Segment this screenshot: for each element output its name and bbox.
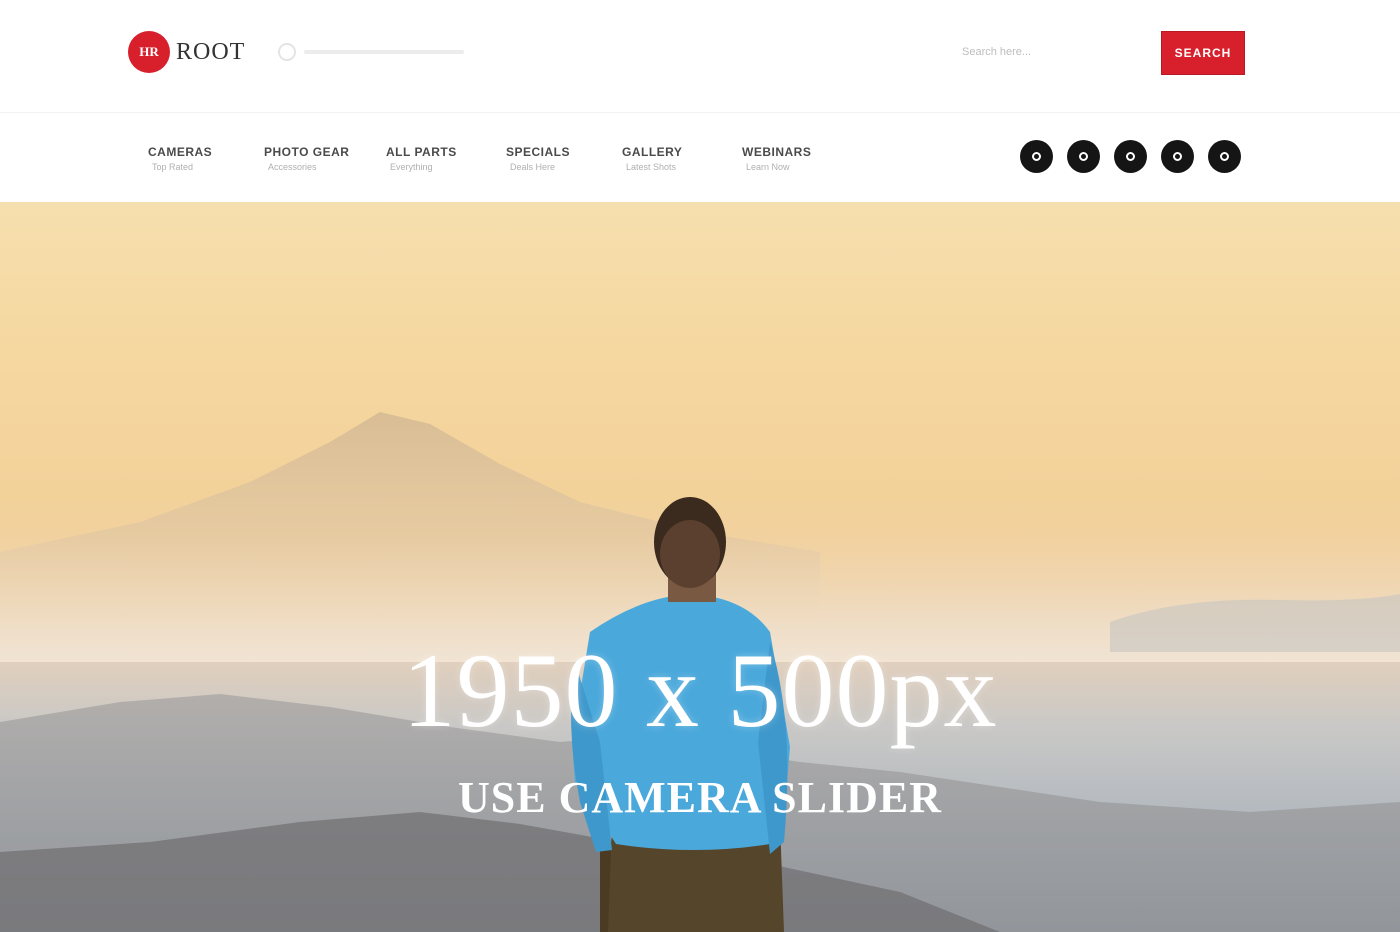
hero-subtitle: USE CAMERA SLIDER xyxy=(458,773,942,822)
top-header: HR ROOT SEARCH xyxy=(0,0,1400,112)
logo-mark-icon: HR xyxy=(128,31,170,73)
nav-item-subtitle: Learn Now xyxy=(746,162,790,172)
tagline-icon xyxy=(278,43,296,61)
nav-item-gallery[interactable]: GALLERY Latest Shots xyxy=(622,145,722,172)
tagline-text xyxy=(304,50,464,54)
nav-item-title: ALL PARTS xyxy=(386,145,457,159)
instagram-glyph xyxy=(1126,152,1135,161)
search-button[interactable]: SEARCH xyxy=(1161,31,1245,75)
facebook-icon[interactable] xyxy=(1020,140,1053,173)
header-tagline xyxy=(278,40,464,64)
nav-item-title: PHOTO GEAR xyxy=(264,145,350,159)
search-input[interactable] xyxy=(960,36,1144,68)
nav-item-subtitle: Deals Here xyxy=(510,162,556,172)
instagram-icon[interactable] xyxy=(1114,140,1147,173)
hero-slider: 1950 x 500px USE CAMERA SLIDER xyxy=(0,202,1400,932)
logo-wordmark: ROOT xyxy=(176,38,246,65)
hero-title: 1950 x 500px xyxy=(402,632,998,749)
nav-item-subtitle: Top Rated xyxy=(152,162,194,172)
nav-item-title: GALLERY xyxy=(622,145,683,159)
youtube-glyph xyxy=(1220,152,1229,161)
nav-item-all-parts[interactable]: ALL PARTS Everything xyxy=(386,145,486,172)
nav-item-subtitle: Everything xyxy=(390,162,433,172)
nav-item-specials[interactable]: SPECIALS Deals Here xyxy=(506,145,606,172)
nav-item-subtitle: Latest Shots xyxy=(626,162,677,172)
nav-item-title: WEBINARS xyxy=(742,145,812,159)
social-links xyxy=(1020,140,1255,173)
nav-item-subtitle: Accessories xyxy=(268,162,317,172)
site-logo[interactable]: HR ROOT xyxy=(128,30,245,74)
pinterest-icon[interactable] xyxy=(1161,140,1194,173)
twitter-icon[interactable] xyxy=(1067,140,1100,173)
pinterest-glyph xyxy=(1173,152,1182,161)
nav-item-webinars[interactable]: WEBINARS Learn Now xyxy=(742,145,842,172)
youtube-icon[interactable] xyxy=(1208,140,1241,173)
nav-item-cameras[interactable]: CAMERAS Top Rated xyxy=(148,145,248,172)
twitter-glyph xyxy=(1079,152,1088,161)
nav-item-photo-gear[interactable]: PHOTO GEAR Accessories xyxy=(264,145,364,172)
nav-item-title: SPECIALS xyxy=(506,145,571,159)
nav-item-title: CAMERAS xyxy=(148,145,213,159)
facebook-glyph xyxy=(1032,152,1041,161)
